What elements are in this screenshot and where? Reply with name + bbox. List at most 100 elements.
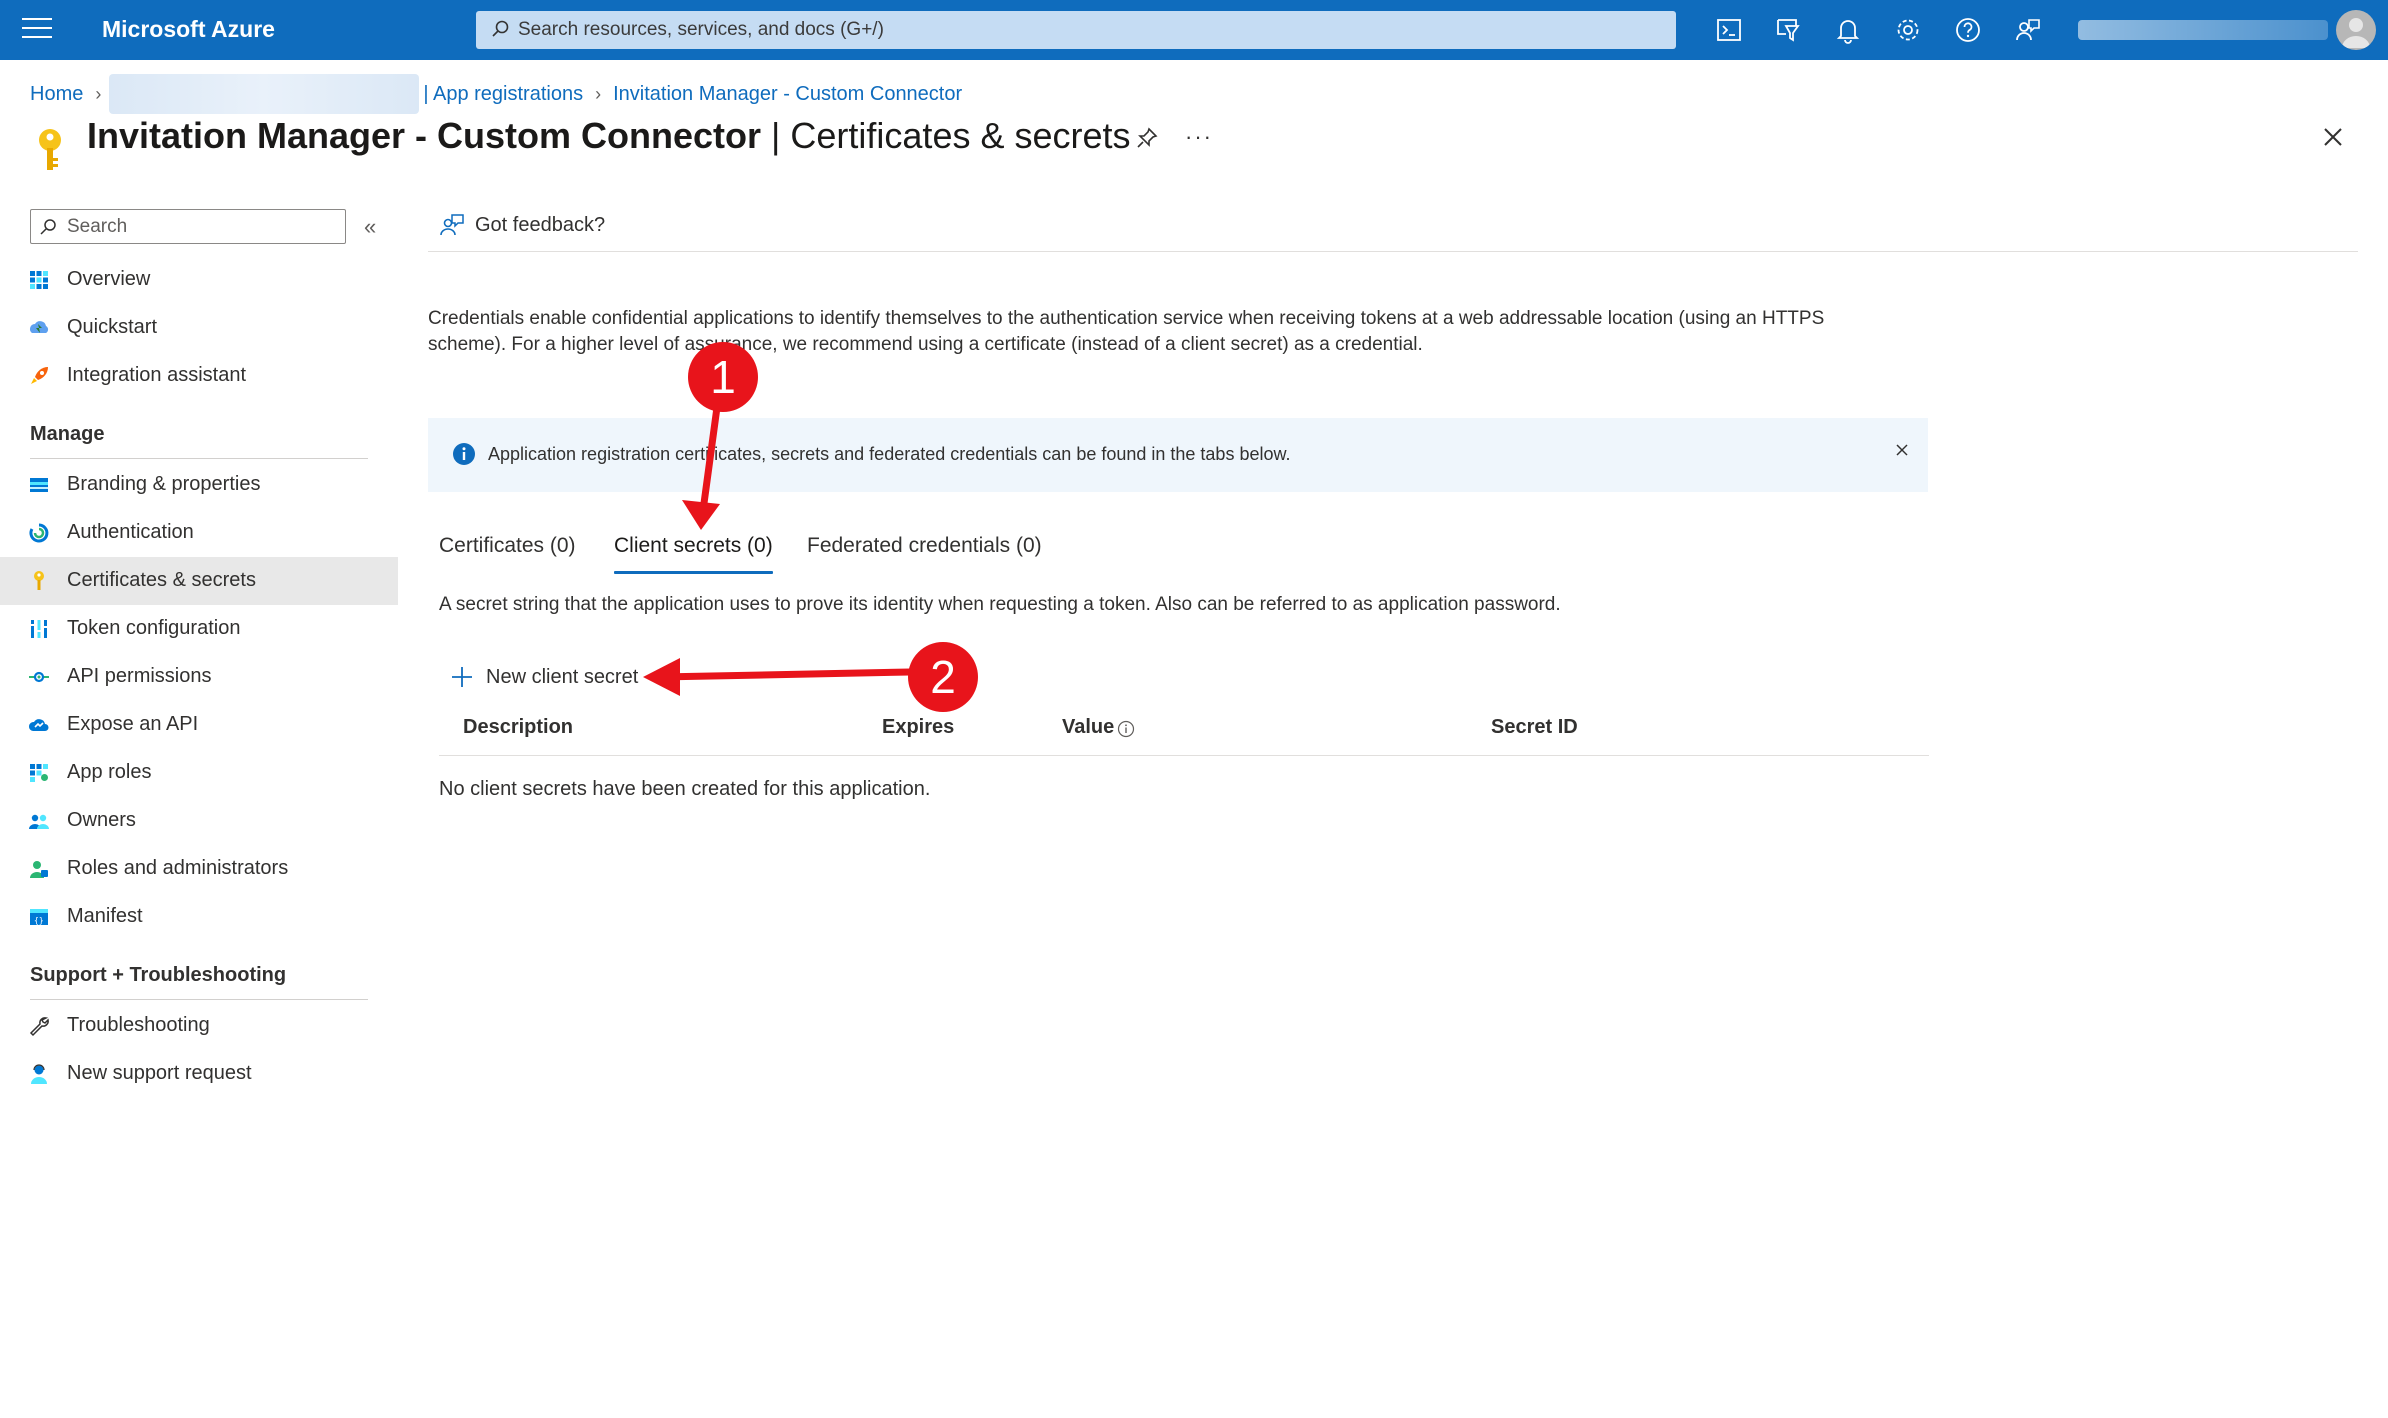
sidebar-item-api-permissions[interactable]: API permissions [0, 653, 398, 701]
info-banner-text: Application registration certificates, s… [488, 444, 1291, 464]
sidebar-item-overview[interactable]: Overview [0, 256, 398, 304]
sidebar-item-label: Manifest [67, 905, 143, 927]
annotation-step-2: 2 [930, 651, 956, 703]
top-bar: Microsoft Azure [0, 0, 2388, 60]
sidebar-item-roles-administrators[interactable]: Roles and administrators [0, 845, 398, 893]
sidebar-item-branding[interactable]: Branding & properties [0, 461, 398, 509]
sidebar-item-label: New support request [67, 1062, 252, 1084]
sidebar-item-owners[interactable]: Owners [0, 797, 398, 845]
sidebar-item-new-support-request[interactable]: New support request [0, 1050, 398, 1098]
svg-text:{}: {} [34, 916, 44, 925]
more-options-icon[interactable]: ··· [1185, 124, 1213, 150]
key-icon [34, 571, 44, 590]
quickstart-icon [30, 321, 49, 333]
page-title-separator: | [761, 115, 791, 156]
overview-icon [30, 271, 48, 289]
close-icon[interactable] [1894, 442, 1910, 458]
command-bar: Got feedback? [428, 206, 2358, 252]
sidebar-item-label: Expose an API [67, 713, 199, 735]
client-secrets-description: A secret string that the application use… [439, 594, 1561, 615]
help-icon[interactable] [1952, 14, 1984, 46]
sidebar-item-troubleshooting[interactable]: Troubleshooting [0, 1002, 398, 1050]
user-avatar-icon [2342, 18, 2370, 48]
global-search[interactable] [476, 11, 1676, 49]
sidebar-item-quickstart[interactable]: Quickstart [0, 304, 398, 352]
sidebar-item-integration-assistant[interactable]: Integration assistant [0, 352, 398, 400]
annotation-arrowhead-2 [643, 658, 680, 696]
annotation-badge-2 [908, 642, 978, 712]
sidebar-item-label: API permissions [67, 665, 212, 687]
empty-state-message: No client secrets have been created for … [439, 778, 931, 800]
sidebar-item-authentication[interactable]: Authentication [0, 509, 398, 557]
branding-icon [30, 478, 48, 492]
sidebar-item-certificates-secrets[interactable]: Certificates & secrets [0, 557, 398, 605]
sidebar-search[interactable] [30, 209, 346, 244]
notifications-icon[interactable] [1832, 14, 1864, 46]
sidebar-item-label: Quickstart [67, 316, 158, 338]
manifest-icon: {} [30, 909, 48, 925]
global-search-input[interactable] [518, 11, 1658, 49]
breadcrumb-app-registrations[interactable]: | App registrations [423, 83, 583, 106]
settings-icon[interactable] [1892, 14, 1924, 46]
chevron-right-icon: › [95, 83, 102, 104]
collapse-sidebar-icon[interactable]: « [364, 214, 376, 240]
tab-client-secrets[interactable]: Client secrets (0) [614, 534, 773, 574]
roles-icon [30, 861, 48, 878]
sidebar-item-token-configuration[interactable]: Token configuration [0, 605, 398, 653]
app-roles-icon [30, 764, 48, 782]
breadcrumb-tenant-redacted[interactable] [109, 74, 420, 114]
credentials-description: Credentials enable confidential applicat… [428, 306, 1868, 358]
info-banner: Application registration certificates, s… [428, 418, 1928, 492]
token-icon [30, 620, 48, 638]
rocket-icon [31, 367, 48, 384]
info-icon [453, 443, 475, 465]
annotation-arrow-2 [656, 668, 914, 681]
sidebar-item-label: Token configuration [67, 617, 241, 639]
tab-federated-credentials[interactable]: Federated credentials (0) [807, 534, 1042, 574]
pin-icon[interactable] [1135, 126, 1159, 150]
sidebar-section-support: Support + Troubleshooting [30, 964, 287, 986]
info-icon[interactable] [1117, 720, 1135, 738]
breadcrumb: Home › | App registrations › Invitation … [30, 74, 962, 114]
feedback-icon[interactable] [2012, 14, 2044, 46]
new-client-secret-button[interactable]: New client secret [450, 662, 638, 692]
sidebar-search-input[interactable] [67, 210, 337, 243]
page-title-section: Certificates & secrets [790, 115, 1131, 156]
key-icon [39, 129, 61, 170]
divider [30, 458, 368, 459]
api-permissions-icon [29, 671, 49, 683]
breadcrumb-current[interactable]: Invitation Manager - Custom Connector [613, 83, 962, 106]
column-description: Description [463, 716, 574, 738]
brand-title[interactable]: Microsoft Azure [102, 16, 275, 43]
sidebar-item-label: Owners [67, 809, 136, 831]
description-line: scheme). For a higher level of assurance… [428, 334, 1423, 355]
sidebar-item-label: Overview [67, 268, 151, 290]
divider [30, 999, 368, 1000]
description-line: Credentials enable confidential applicat… [428, 308, 1825, 329]
cloud-shell-icon[interactable] [1713, 14, 1745, 46]
sidebar-item-label: Troubleshooting [67, 1014, 210, 1036]
sidebar-item-label: Branding & properties [67, 473, 261, 495]
column-secret-id: Secret ID [1491, 716, 1578, 738]
chevron-right-icon: › [595, 83, 602, 104]
breadcrumb-home[interactable]: Home [30, 83, 83, 106]
sidebar-section-manage: Manage [30, 423, 105, 445]
authentication-icon [29, 523, 49, 543]
feedback-icon [440, 214, 464, 236]
avatar[interactable] [2336, 10, 2376, 50]
menu-icon[interactable] [22, 18, 52, 42]
page-title-app: Invitation Manager - Custom Connector [87, 115, 762, 156]
search-icon [40, 219, 56, 235]
tab-certificates[interactable]: Certificates (0) [439, 534, 576, 574]
directory-filter-icon[interactable] [1772, 14, 1804, 46]
sidebar-item-app-roles[interactable]: App roles [0, 749, 398, 797]
sidebar-item-label: App roles [67, 761, 152, 783]
account-name[interactable] [2078, 20, 2328, 40]
close-icon[interactable] [2322, 126, 2344, 148]
annotation-arrowhead-1 [682, 500, 720, 530]
sidebar-item-manifest[interactable]: {} Manifest [0, 893, 398, 941]
got-feedback-button[interactable]: Got feedback? [475, 214, 605, 237]
sidebar-item-expose-api[interactable]: Expose an API [0, 701, 398, 749]
secrets-table-header: Description Expires Value Secret ID [439, 712, 1929, 756]
column-value: Value [1062, 716, 1115, 738]
